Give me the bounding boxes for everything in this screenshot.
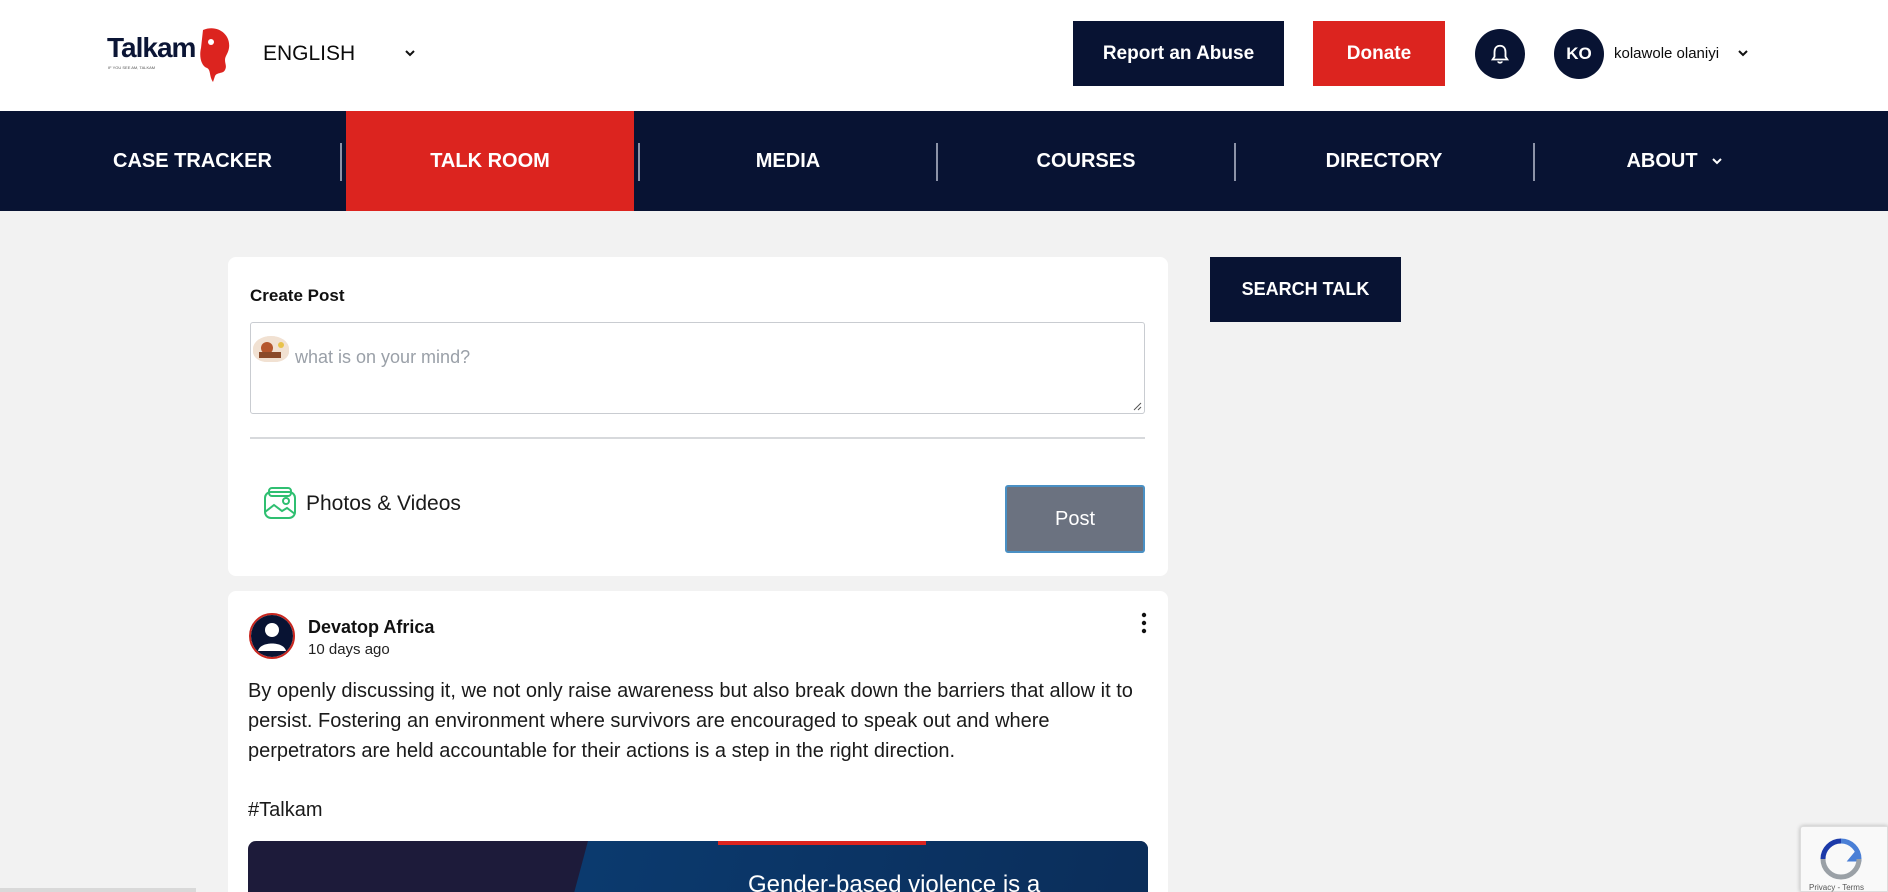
donate-button[interactable]: Donate xyxy=(1313,21,1445,86)
logo-subtext: IF YOU SEE AM, TALKAM xyxy=(108,65,156,70)
nav-case-tracker[interactable]: CASE TRACKER xyxy=(0,111,385,211)
logo-text: Talkam xyxy=(107,32,196,63)
notifications-button[interactable] xyxy=(1475,29,1525,79)
avatar xyxy=(253,336,289,362)
user-icon xyxy=(251,615,293,657)
horizontal-scrollbar[interactable] xyxy=(0,888,196,892)
language-select[interactable]: ENGLISH xyxy=(263,42,355,66)
nav-about-label: ABOUT xyxy=(1626,149,1698,172)
nav-separator xyxy=(340,143,342,181)
nav-media[interactable]: MEDIA xyxy=(640,111,936,211)
photos-videos-button[interactable]: Photos & Videos xyxy=(262,486,461,522)
photos-videos-label: Photos & Videos xyxy=(306,492,461,515)
chevron-down-icon[interactable] xyxy=(1737,47,1749,59)
create-post-card: Create Post what is on your mind? Photos… xyxy=(228,257,1168,576)
post-card: Devatop Africa 10 days ago By openly dis… xyxy=(228,591,1168,892)
more-vertical-icon[interactable] xyxy=(1140,611,1148,635)
nav-directory[interactable]: DIRECTORY xyxy=(1236,111,1532,211)
main-nav: CASE TRACKER TALK ROOM MEDIA COURSES DIR… xyxy=(0,111,1888,211)
post-placeholder: what is on your mind? xyxy=(295,347,471,367)
logo-head-icon xyxy=(200,28,230,82)
resize-handle-icon[interactable] xyxy=(1132,401,1142,411)
post-hashtag[interactable]: #Talkam xyxy=(248,799,322,822)
post-button[interactable]: Post xyxy=(1005,485,1145,553)
post-textarea[interactable]: what is on your mind? xyxy=(250,322,1145,414)
recaptcha-badge[interactable]: Privacy - Terms xyxy=(1800,826,1888,892)
photo-icon xyxy=(264,487,296,519)
image-caption: Gender-based violence is a xyxy=(748,871,1041,892)
post-timestamp: 10 days ago xyxy=(308,641,390,658)
user-avatar[interactable]: KO xyxy=(1554,29,1604,79)
nav-courses[interactable]: COURSES xyxy=(938,111,1234,211)
report-abuse-button[interactable]: Report an Abuse xyxy=(1073,21,1284,86)
avatar-image-icon xyxy=(253,336,289,362)
divider xyxy=(250,437,1145,439)
search-talk-button[interactable]: SEARCH TALK xyxy=(1210,257,1401,322)
post-body: By openly discussing it, we not only rai… xyxy=(248,680,1133,762)
post-image[interactable]: Gender-based violence is a xyxy=(248,841,1148,892)
nav-about[interactable]: ABOUT xyxy=(1535,111,1815,211)
recaptcha-links[interactable]: Privacy - Terms xyxy=(1809,883,1864,892)
talkam-logo[interactable]: Talkam IF YOU SEE AM, TALKAM xyxy=(107,26,230,82)
chevron-down-icon xyxy=(1711,158,1722,165)
create-post-title: Create Post xyxy=(250,286,345,305)
bell-icon xyxy=(1490,44,1510,64)
avatar[interactable] xyxy=(249,613,295,659)
post-author[interactable]: Devatop Africa xyxy=(308,617,434,638)
user-name[interactable]: kolawole olaniyi xyxy=(1614,45,1719,62)
nav-talk-room[interactable]: TALK ROOM xyxy=(346,111,634,211)
recaptcha-icon xyxy=(1820,838,1862,880)
header: Talkam IF YOU SEE AM, TALKAM ENGLISH Rep… xyxy=(0,0,1888,111)
image-accent xyxy=(718,841,926,845)
chevron-down-icon[interactable] xyxy=(403,46,417,60)
